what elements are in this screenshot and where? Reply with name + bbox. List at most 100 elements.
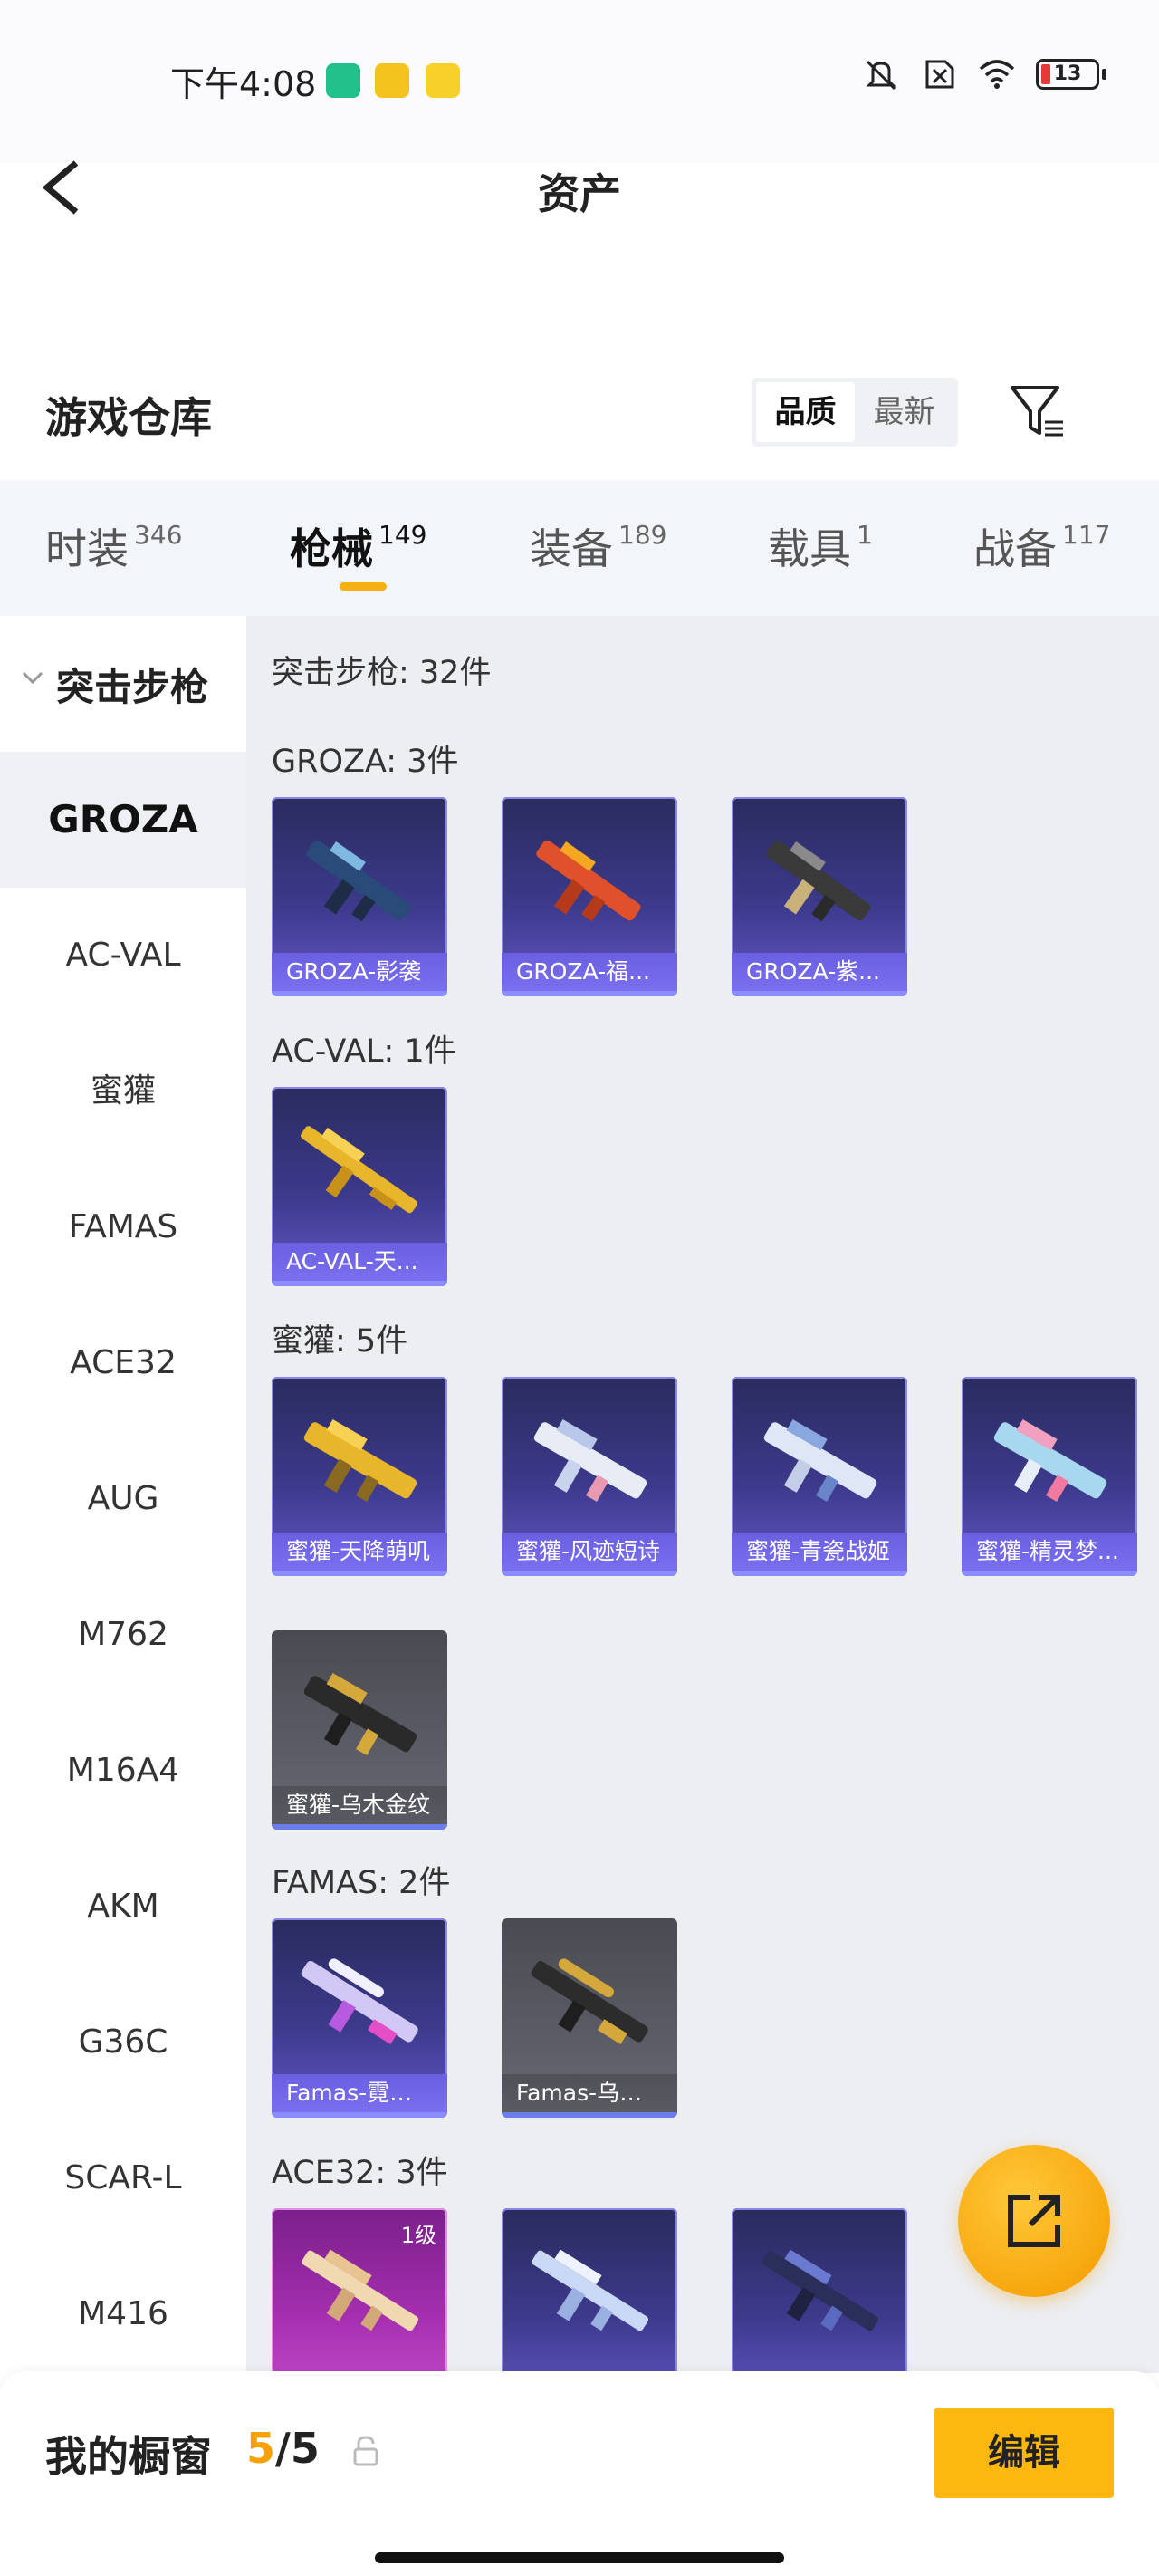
weapon-name: AC-VAL-天... (272, 1243, 447, 1286)
weapon-name: GROZA-影袭 (272, 953, 447, 996)
weapon-card[interactable]: GROZA-福... (502, 797, 677, 996)
group-label: AC-VAL: 1件 (272, 1033, 456, 1070)
tab-count: 346 (134, 520, 183, 550)
app-header: 资产 (0, 136, 1159, 245)
weapon-image (763, 1418, 877, 1502)
sidebar-item-m16a4[interactable]: M16A4 (0, 1703, 246, 1839)
status-time: 下午4:08 (170, 64, 317, 104)
sidebar-item-aug[interactable]: AUG (0, 1431, 246, 1567)
group-label: ACE32: 3件 (272, 2155, 448, 2191)
tab-label: 枪械 (290, 524, 373, 573)
sidebar-category-assault-rifle[interactable]: 突击步枪 (0, 616, 246, 752)
app-notification-icon (426, 63, 460, 98)
weapon-sidebar: 突击步枪 GROZA AC-VAL 蜜獾 FAMAS ACE32 AUG M76… (0, 616, 246, 2373)
weapon-name: 蜜獾-天降萌叽 (272, 1533, 447, 1576)
sidebar-item-m762[interactable]: M762 (0, 1567, 246, 1703)
sort-newest-button[interactable]: 最新 (855, 382, 953, 442)
weapon-card[interactable]: Famas-霓彩... (272, 1918, 447, 2118)
tab-count: 117 (1062, 520, 1111, 550)
weapon-image (301, 1958, 418, 2045)
weapon-image (536, 840, 641, 922)
showcase-separator: / (275, 2424, 291, 2473)
sidebar-item-honey-badger[interactable]: 蜜獾 (0, 1024, 246, 1159)
wifi-icon (979, 60, 1015, 89)
category-summary: 突击步枪: 32件 (272, 655, 492, 691)
share-button[interactable] (958, 2145, 1110, 2297)
showcase-max: 5 (290, 2424, 320, 2473)
weapon-card[interactable] (502, 2208, 677, 2373)
weapon-name: 蜜獾-青瓷战姬 (732, 1533, 907, 1576)
battery-level: 13 (1053, 62, 1082, 85)
lock-icon (353, 2436, 378, 2466)
weapon-image (302, 2249, 419, 2331)
weapon-name: 蜜獾-精灵梦... (962, 1533, 1137, 1576)
weapon-image (993, 1418, 1107, 1502)
showcase-current: 5 (246, 2424, 276, 2473)
weapon-card[interactable] (732, 2208, 907, 2373)
group-label: GROZA: 3件 (272, 744, 459, 780)
sidebar-item-ace32[interactable]: ACE32 (0, 1295, 246, 1431)
page-title: 资产 (538, 169, 621, 218)
showcase-count: 5/5 (246, 2424, 320, 2473)
weapon-name: Famas-乌木... (502, 2074, 677, 2118)
weapon-card[interactable]: 蜜獾-精灵梦... (962, 1377, 1137, 1576)
weapon-card[interactable]: 蜜獾-青瓷战姬 (732, 1377, 907, 1576)
weapon-grid: 突击步枪: 32件 GROZA: 3件 GROZA-影袭 GROZA-福... … (246, 616, 1159, 2373)
sidebar-item-m416[interactable]: M416 (0, 2246, 246, 2382)
weapon-card[interactable]: 蜜獾-风迹短诗 (502, 1377, 677, 1576)
weapon-name: 蜜獾-乌木金纹 (272, 1786, 447, 1830)
filter-icon[interactable] (1007, 380, 1068, 442)
weapon-image (766, 840, 871, 922)
sidebar-item-famas[interactable]: FAMAS (0, 1159, 246, 1295)
weapon-card[interactable]: GROZA-紫... (732, 797, 907, 996)
tab-count: 1 (857, 520, 873, 550)
weapon-card[interactable]: Famas-乌木... (502, 1918, 677, 2118)
weapon-card[interactable]: 蜜獾-乌木金纹 (272, 1630, 447, 1830)
group-label: FAMAS: 2件 (272, 1865, 451, 1901)
tab-label: 战备 (973, 524, 1057, 573)
tab-count: 189 (618, 520, 667, 550)
weapon-image (301, 1126, 417, 1214)
share-icon (1008, 2195, 1060, 2247)
sort-quality-button[interactable]: 品质 (756, 382, 855, 442)
weapon-card[interactable]: GROZA-影袭 (272, 797, 447, 996)
weapon-name: GROZA-紫... (732, 953, 907, 996)
sidebar-item-scar-l[interactable]: SCAR-L (0, 2110, 246, 2246)
sidebar-item-akm[interactable]: AKM (0, 1839, 246, 1975)
active-tab-indicator (340, 582, 387, 591)
weapon-image (761, 2249, 879, 2331)
tab-fashion[interactable]: 时装 346 (45, 516, 182, 576)
weapon-name: GROZA-福... (502, 953, 677, 996)
weapon-card[interactable]: 蜜獾-天降萌叽 (272, 1377, 447, 1576)
weapon-card[interactable]: 1级 (272, 2208, 447, 2373)
weapon-card[interactable]: AC-VAL-天... (272, 1087, 447, 1286)
tab-battle-gear[interactable]: 战备 117 (973, 516, 1110, 576)
weapon-image (532, 2249, 649, 2331)
battery-icon: 13 (1036, 59, 1106, 90)
chevron-down-icon (22, 671, 43, 685)
tab-label: 载具 (768, 524, 851, 573)
category-tabs: 时装 346 枪械 149 装备 189 载具 1 战备 117 (0, 480, 1159, 616)
sidebar-category-label: 突击步枪 (56, 665, 209, 709)
sidebar-item-ac-val[interactable]: AC-VAL (0, 888, 246, 1024)
tab-vehicles[interactable]: 载具 1 (768, 516, 873, 576)
mute-icon (866, 60, 896, 91)
tab-count: 149 (378, 520, 427, 550)
weapon-name: Famas-霓彩... (272, 2074, 447, 2118)
tab-firearms[interactable]: 枪械 149 (290, 516, 426, 576)
weapon-image (533, 1418, 647, 1502)
sidebar-item-g36c[interactable]: G36C (0, 1975, 246, 2110)
weapon-name: 蜜獾-风迹短诗 (502, 1533, 677, 1576)
app-notification-icon (326, 63, 360, 98)
weapon-image (303, 1418, 417, 1502)
sidebar-item-groza[interactable]: GROZA (0, 752, 246, 888)
edit-button[interactable]: 编辑 (934, 2408, 1114, 2498)
weapon-image (303, 1672, 417, 1755)
section-title: 游戏仓库 (45, 393, 212, 442)
home-indicator (375, 2552, 784, 2563)
tab-label: 时装 (45, 524, 129, 573)
showcase-label: 我的橱窗 (45, 2432, 212, 2481)
sort-toggle: 品质 最新 (752, 378, 958, 447)
tab-label: 装备 (530, 524, 613, 573)
tab-equipment[interactable]: 装备 189 (530, 516, 666, 576)
